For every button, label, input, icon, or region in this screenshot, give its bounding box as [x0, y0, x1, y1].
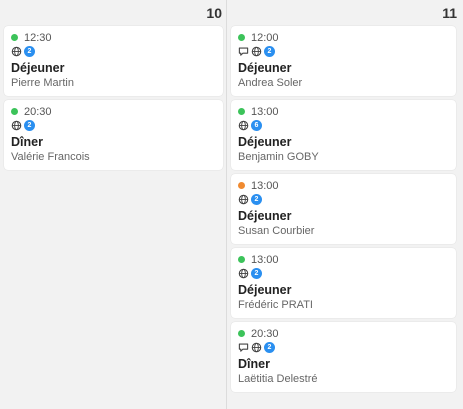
guest-name: Valérie Francois	[11, 151, 90, 163]
reservation-time: 12:00	[251, 31, 279, 44]
icon-row: 2	[11, 45, 216, 58]
icon-row: 2	[238, 267, 449, 280]
status-dot	[11, 108, 18, 115]
reservation-card[interactable]: 13:00 2 Déjeuner Frédéric PRATI	[231, 248, 456, 318]
reservation-card[interactable]: 12:00 2 Déjeuner Andrea Soler	[231, 26, 456, 96]
time-row: 13:00	[238, 253, 449, 266]
guest-name: Laëtitia Delestré	[238, 373, 318, 385]
meal-title: Dîner	[238, 357, 270, 371]
reservation-time: 13:00	[251, 179, 279, 192]
guest-count-badge: 2	[24, 120, 35, 131]
status-dot	[238, 330, 245, 337]
meal-title: Déjeuner	[11, 61, 65, 75]
day-column-10: 10 12:30 2 Déjeuner Pierre Martin 20:30 …	[0, 0, 227, 409]
status-dot	[238, 108, 245, 115]
meal-title: Déjeuner	[238, 135, 292, 149]
guest-name: Andrea Soler	[238, 77, 303, 89]
time-row: 20:30	[238, 327, 449, 340]
icon-row: 2	[238, 45, 449, 58]
reservation-time: 13:00	[251, 253, 279, 266]
icon-row: 6	[238, 119, 449, 132]
globe-icon	[238, 194, 249, 205]
guest-count-badge: 2	[251, 268, 262, 279]
calendar-week-view: 10 12:30 2 Déjeuner Pierre Martin 20:30 …	[0, 0, 463, 409]
time-row: 12:30	[11, 31, 216, 44]
guest-count-badge: 2	[264, 46, 275, 57]
day-number: 11	[442, 5, 457, 21]
status-dot	[11, 34, 18, 41]
time-row: 13:00	[238, 179, 449, 192]
icon-row: 2	[238, 193, 449, 206]
status-dot	[238, 34, 245, 41]
meal-title: Déjeuner	[238, 209, 292, 223]
guest-name: Pierre Martin	[11, 77, 74, 89]
reservation-time: 20:30	[24, 105, 52, 118]
icon-row: 2	[238, 341, 449, 354]
reservation-time: 20:30	[251, 327, 279, 340]
event-list: 12:00 2 Déjeuner Andrea Soler 13:00 6 Dé…	[231, 26, 463, 396]
globe-icon	[11, 120, 22, 131]
day-column-11: 11 12:00 2 Déjeuner Andrea Soler 13:00 6…	[227, 0, 463, 409]
guest-name: Benjamin GOBY	[238, 151, 319, 163]
reservation-card[interactable]: 12:30 2 Déjeuner Pierre Martin	[4, 26, 223, 96]
status-dot	[238, 256, 245, 263]
globe-icon	[251, 342, 262, 353]
event-list: 12:30 2 Déjeuner Pierre Martin 20:30 2 D…	[0, 26, 226, 174]
reservation-time: 13:00	[251, 105, 279, 118]
reservation-card[interactable]: 13:00 2 Déjeuner Susan Courbier	[231, 174, 456, 244]
time-row: 13:00	[238, 105, 449, 118]
globe-icon	[238, 120, 249, 131]
chat-icon	[238, 46, 249, 57]
time-row: 20:30	[11, 105, 216, 118]
reservation-card[interactable]: 20:30 2 Dîner Valérie Francois	[4, 100, 223, 170]
meal-title: Dîner	[11, 135, 43, 149]
chat-icon	[238, 342, 249, 353]
guest-name: Frédéric PRATI	[238, 299, 313, 311]
globe-icon	[11, 46, 22, 57]
reservation-time: 12:30	[24, 31, 52, 44]
guest-count-badge: 6	[251, 120, 262, 131]
status-dot	[238, 182, 245, 189]
globe-icon	[251, 46, 262, 57]
guest-count-badge: 2	[251, 194, 262, 205]
guest-name: Susan Courbier	[238, 225, 315, 237]
reservation-card[interactable]: 20:30 2 Dîner Laëtitia Delestré	[231, 322, 456, 392]
icon-row: 2	[11, 119, 216, 132]
time-row: 12:00	[238, 31, 449, 44]
guest-count-badge: 2	[24, 46, 35, 57]
guest-count-badge: 2	[264, 342, 275, 353]
meal-title: Déjeuner	[238, 61, 292, 75]
meal-title: Déjeuner	[238, 283, 292, 297]
reservation-card[interactable]: 13:00 6 Déjeuner Benjamin GOBY	[231, 100, 456, 170]
day-number: 10	[206, 5, 222, 21]
globe-icon	[238, 268, 249, 279]
